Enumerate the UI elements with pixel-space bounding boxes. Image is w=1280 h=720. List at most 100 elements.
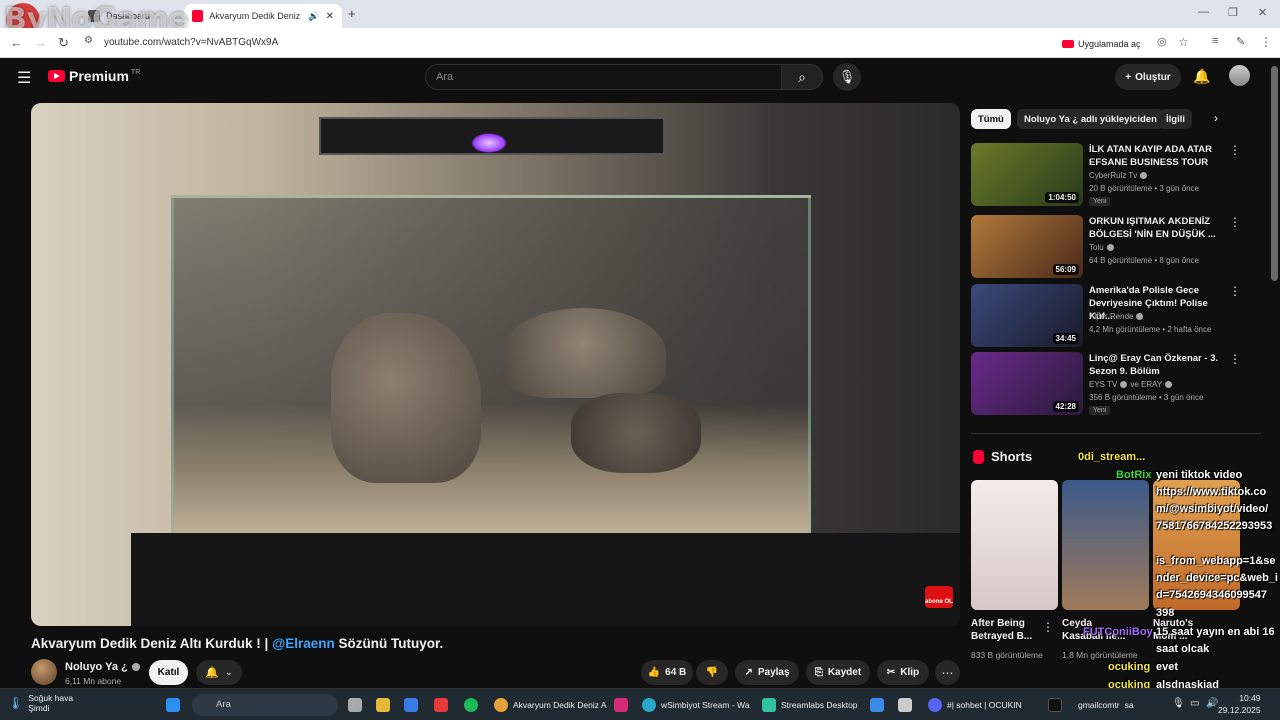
verified-icon — [1106, 244, 1114, 251]
close-tab-icon[interactable]: ✕ — [326, 11, 334, 22]
system-clock[interactable]: 10:49 29.12.2025 — [1218, 692, 1261, 716]
more-dots-icon: ⋯ — [941, 665, 954, 680]
voice-search-button[interactable]: 🎙 — [833, 63, 861, 91]
channel-avatar[interactable] — [31, 659, 57, 685]
eye-off-icon[interactable]: ◎ — [1157, 35, 1167, 48]
volume-icon[interactable]: 🔊 — [1206, 698, 1218, 709]
short-thumbnail[interactable] — [1062, 480, 1149, 610]
spotify-icon[interactable] — [464, 698, 478, 712]
chat-message: saat olcak — [1156, 643, 1210, 655]
store-icon[interactable] — [404, 698, 418, 712]
verified-icon — [1136, 313, 1144, 320]
join-button[interactable]: Katıl — [149, 660, 188, 685]
tiktok-icon[interactable] — [1048, 698, 1062, 712]
account-avatar[interactable] — [1229, 65, 1250, 86]
item-menu-icon[interactable]: ⋮ — [1229, 352, 1241, 366]
weather-widget[interactable]: 🌡 Soğuk hava Şimdi — [8, 693, 73, 713]
item-menu-icon[interactable]: ⋮ — [1229, 143, 1241, 157]
hamburger-menu-icon[interactable]: ☰ — [17, 68, 31, 88]
subscriber-count: 6,11 Mn abone — [65, 676, 122, 686]
recommendation-title[interactable]: İLK ATAN KAYIP ADA ATAR EFSANE BUSINESS … — [1089, 143, 1229, 169]
recommendation-item[interactable]: 56:09 ORKUN IŞITMAK AKDENİZ BÖLGESİ 'NİN… — [971, 215, 1261, 279]
notifications-bell-icon[interactable]: 🔔 — [1193, 68, 1210, 85]
search-button[interactable]: ⌕ — [781, 64, 823, 90]
chip-all[interactable]: Tümü — [971, 109, 1011, 129]
extension-icon[interactable]: ✎ — [1236, 35, 1245, 48]
microphone-tray-icon[interactable]: 🎙 — [1172, 698, 1185, 709]
recommendation-item[interactable]: 34:45 Amerika'da Polisle Gece Devriyesin… — [971, 284, 1261, 348]
youtube-logo[interactable]: Premium TR — [48, 68, 140, 84]
channel-name[interactable]: Noluyo Ya ¿ — [65, 661, 140, 673]
create-button[interactable]: + Oluştur — [1115, 64, 1181, 90]
task-view-icon[interactable] — [348, 698, 362, 712]
back-icon[interactable]: ← — [10, 35, 23, 50]
clip-button[interactable]: ✂ Klip — [877, 660, 929, 685]
chip-from-uploader[interactable]: Noluyo Ya ¿ adlı yükleyiciden — [1017, 109, 1164, 129]
taskbar-app-chrome[interactable]: Akvaryum Dedik Deniz A — [494, 695, 607, 715]
open-in-app-button[interactable]: Uygulamada aç — [1062, 35, 1141, 52]
taskbar-search[interactable]: Ara — [192, 694, 338, 716]
like-button[interactable]: 👍 64 B — [641, 660, 693, 685]
save-button[interactable]: ⎘ Kaydet — [806, 660, 870, 685]
instagram-icon[interactable] — [614, 698, 628, 712]
start-button[interactable] — [166, 695, 180, 715]
taskbar-app-edge[interactable]: wSimbiyot Stream - Wa — [642, 695, 749, 715]
youtube-app-icon[interactable] — [434, 698, 448, 712]
maximize-icon[interactable]: ❐ — [1228, 6, 1238, 19]
recommendation-title[interactable]: Linç@ Eray Can Özkenar - 3. Sezon 9. Böl… — [1089, 352, 1229, 378]
taskbar-app-streamlabs[interactable]: Streamlabs Desktop — [762, 695, 858, 715]
item-menu-icon[interactable]: ⋮ — [1229, 215, 1241, 229]
share-button[interactable]: ↗ Paylaş — [735, 660, 799, 685]
media-icon[interactable]: ≡ — [1212, 35, 1218, 47]
recommendation-channel[interactable]: EYS TV ve ERAY — [1089, 380, 1173, 389]
url-field[interactable]: youtube.com/watch?v=NvABTGqWx9A — [104, 37, 278, 48]
recommendation-title[interactable]: ORKUN IŞITMAK AKDENİZ BÖLGESİ 'NİN EN DÜ… — [1089, 215, 1229, 241]
more-actions-button[interactable]: ⋯ — [935, 660, 960, 685]
minimize-icon[interactable]: — — [1198, 6, 1209, 18]
dislike-button[interactable]: 👎 — [696, 660, 728, 685]
item-menu-icon[interactable]: ⋮ — [1229, 284, 1241, 298]
short-menu-icon[interactable]: ⋮ — [1042, 620, 1054, 634]
reload-icon[interactable]: ↻ — [58, 35, 69, 51]
chip-related[interactable]: İlgili — [1159, 109, 1192, 129]
recommendation-item[interactable]: 42:28 Linç@ Eray Can Özkenar - 3. Sezon … — [971, 352, 1261, 416]
short-thumbnail[interactable] — [971, 480, 1058, 610]
video-thumbnail[interactable]: 1:04:50 — [971, 143, 1083, 206]
duration-badge: 56:09 — [1052, 264, 1079, 275]
file-explorer-icon[interactable] — [376, 698, 390, 712]
bookmark-star-icon[interactable]: ☆ — [1178, 35, 1189, 49]
app-icon[interactable] — [870, 698, 884, 712]
new-tab-icon[interactable]: + — [348, 6, 356, 21]
taskbar-app-discord[interactable]: #| sohbet | OCUKIN — [928, 695, 1022, 715]
taskbar-app-label: wSimbiyot Stream - Wa — [661, 700, 750, 710]
recommendation-item[interactable]: 1:04:50 İLK ATAN KAYIP ADA ATAR EFSANE B… — [971, 143, 1261, 207]
recommendation-channel[interactable]: Alper Rende — [1089, 312, 1144, 321]
app-icon[interactable] — [898, 698, 912, 712]
chevron-right-icon[interactable]: › — [1214, 111, 1218, 125]
network-icon[interactable]: ▭ — [1190, 698, 1199, 709]
video-thumbnail[interactable]: 34:45 — [971, 284, 1083, 347]
search-input[interactable]: Ara — [425, 64, 782, 90]
youtube-favicon-icon — [192, 10, 204, 22]
site-info-icon[interactable]: ⚙ — [84, 35, 93, 46]
video-title-mention[interactable]: @Elraenn — [272, 636, 335, 651]
recommendation-channel[interactable]: CyberRulz Tv — [1089, 171, 1148, 180]
audio-icon[interactable]: 🔊 — [308, 11, 319, 22]
menu-dots-icon[interactable]: ⋮ — [1260, 35, 1272, 49]
short-views: 833 B görüntüleme — [971, 650, 1043, 660]
subscribe-watermark[interactable]: abone OL — [925, 586, 953, 608]
subscription-bell-button[interactable]: 🔔 ⌄ — [196, 660, 242, 685]
chat-username: BotRix — [1116, 469, 1152, 481]
close-window-icon[interactable]: ✕ — [1258, 6, 1267, 19]
windows-start-icon — [166, 698, 180, 712]
forward-icon[interactable]: → — [34, 35, 47, 50]
video-player[interactable]: abone OL — [31, 103, 960, 626]
video-thumbnail[interactable]: 56:09 — [971, 215, 1083, 278]
page-scrollbar[interactable] — [1271, 66, 1278, 281]
chat-message: 7581766784252293953 — [1156, 520, 1273, 532]
video-thumbnail[interactable]: 42:28 — [971, 352, 1083, 415]
short-title[interactable]: After Being Betrayed B... — [971, 617, 1041, 643]
tab-video[interactable]: Akvaryum Dedik Deniz Altı 🔊 ✕ — [184, 4, 342, 28]
recommendation-channel[interactable]: Tolu — [1089, 243, 1114, 252]
recommendation-meta: 4,2 Mn görüntüleme • 2 hafta önce — [1089, 325, 1212, 334]
